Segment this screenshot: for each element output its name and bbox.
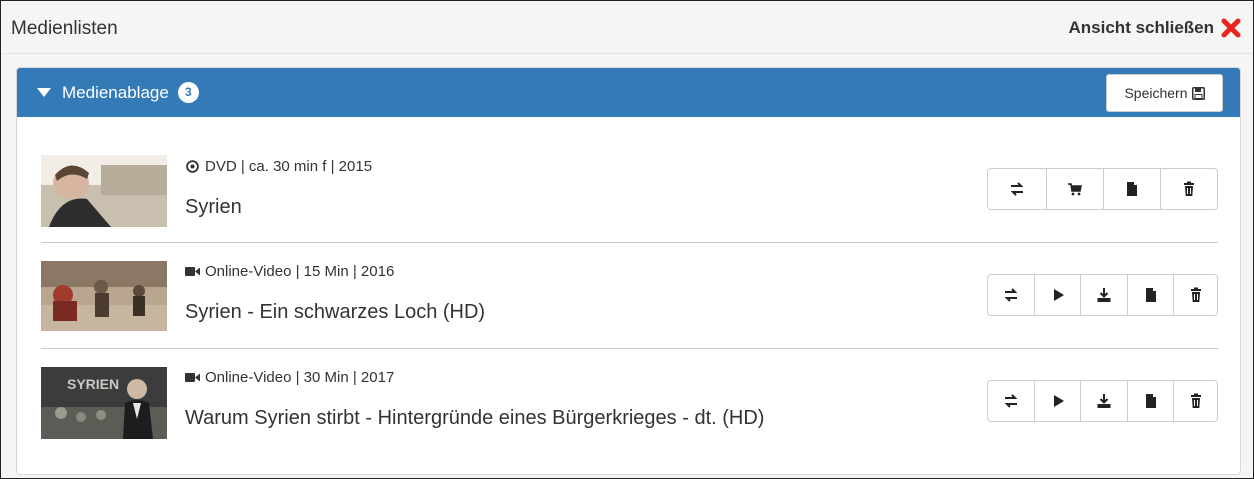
item-meta: DVD | ca. 30 min f | 2015	[185, 158, 372, 175]
move-button[interactable]	[988, 275, 1034, 315]
svg-text:SYRIEN: SYRIEN	[67, 376, 119, 392]
play-button[interactable]	[1034, 381, 1080, 421]
item-meta: Online-Video | 30 Min | 2017	[185, 369, 394, 386]
thumbnail-image: SYRIEN	[41, 367, 167, 439]
media-panel: Medienablage 3 Speichern DVD | ca. 30 mi…	[16, 67, 1241, 475]
caret-down-icon	[37, 88, 51, 97]
page-title: Medienlisten	[11, 18, 118, 39]
top-bar: Medienlisten Ansicht schließen	[2, 2, 1252, 54]
details-button[interactable]	[1103, 169, 1160, 209]
trash-icon	[1184, 181, 1194, 196]
panel-header: Medienablage 3 Speichern	[17, 68, 1240, 117]
item-title: Syrien	[185, 196, 242, 218]
collapse-toggle[interactable]: Medienablage 3	[37, 82, 199, 103]
transfer-icon	[1010, 182, 1024, 196]
list-item: Online-Video | 15 Min | 2016 Syrien - Ei…	[41, 243, 1218, 349]
play-icon	[1053, 395, 1064, 407]
count-badge: 3	[177, 82, 199, 103]
delete-button[interactable]	[1160, 169, 1217, 209]
video-camera-icon	[185, 373, 200, 382]
transfer-icon	[1004, 394, 1018, 408]
item-meta-text: Online-Video | 15 Min | 2016	[205, 263, 395, 280]
thumbnail-image	[41, 155, 167, 227]
cart-icon	[1068, 183, 1082, 196]
video-camera-icon	[185, 267, 200, 276]
download-button[interactable]	[1080, 275, 1127, 315]
play-button[interactable]	[1034, 275, 1080, 315]
delete-button[interactable]	[1173, 275, 1217, 315]
item-title: Warum Syrien stirbt - Hintergründe eines…	[185, 407, 765, 429]
details-button[interactable]	[1127, 275, 1173, 315]
list-item: SYRIEN Online-Video | 30 Min | 2017 Waru…	[41, 349, 1218, 455]
item-meta-text: Online-Video | 30 Min | 2017	[205, 369, 395, 386]
order-button[interactable]	[1046, 169, 1103, 209]
move-button[interactable]	[988, 381, 1034, 421]
download-icon	[1097, 394, 1111, 408]
floppy-disk-icon	[1191, 86, 1205, 100]
trash-icon	[1190, 393, 1201, 408]
panel-title: Medienablage	[62, 82, 169, 102]
download-button[interactable]	[1080, 381, 1127, 421]
document-icon	[1127, 182, 1137, 196]
transfer-icon	[1004, 288, 1018, 302]
item-meta: Online-Video | 15 Min | 2016	[185, 263, 394, 280]
close-view-button[interactable]: Ansicht schließen	[1069, 17, 1242, 39]
details-button[interactable]	[1127, 381, 1173, 421]
item-actions	[987, 274, 1218, 316]
red-x-icon	[1221, 18, 1241, 38]
media-lists-window: Medienlisten Ansicht schließen Medienabl…	[0, 0, 1254, 479]
document-icon	[1145, 394, 1156, 408]
download-icon	[1097, 288, 1111, 302]
item-actions	[987, 168, 1218, 210]
close-view-label: Ansicht schließen	[1068, 18, 1214, 37]
item-title: Syrien - Ein schwarzes Loch (HD)	[185, 301, 486, 323]
play-icon	[1053, 289, 1064, 301]
disc-icon	[186, 160, 199, 173]
delete-button[interactable]	[1173, 381, 1217, 421]
thumbnail-image	[41, 261, 167, 331]
trash-icon	[1190, 287, 1201, 302]
move-button[interactable]	[988, 169, 1046, 209]
save-label: Speichern	[1124, 85, 1188, 101]
item-meta-text: DVD | ca. 30 min f | 2015	[205, 158, 373, 175]
item-actions	[987, 380, 1218, 422]
list-item: DVD | ca. 30 min f | 2015 Syrien	[41, 137, 1218, 243]
document-icon	[1145, 288, 1156, 302]
save-button[interactable]: Speichern	[1106, 74, 1223, 112]
